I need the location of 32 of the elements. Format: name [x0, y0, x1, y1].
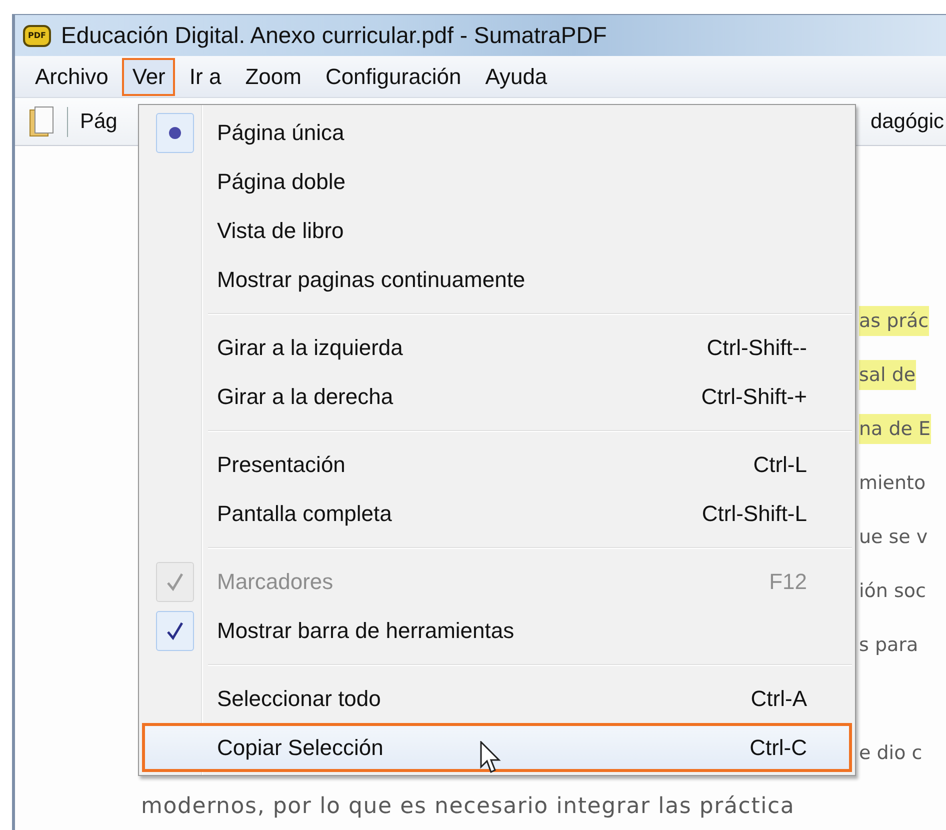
menu-item[interactable]: Archivo [25, 58, 118, 96]
menu-option[interactable]: Página doble [142, 157, 852, 206]
menu-item[interactable]: Ir a [179, 58, 232, 96]
document-text: miento [859, 470, 926, 496]
document-text: ue se v [859, 524, 928, 550]
menu-option[interactable]: Copiar Selección Ctrl-C [142, 723, 852, 772]
page-label: Pág [80, 110, 118, 134]
document-title-text: dagógic [870, 110, 944, 134]
highlighted-text: sal de [859, 360, 916, 390]
menu-item[interactable]: Ver [122, 58, 176, 96]
highlighted-text: na de E [859, 414, 931, 444]
app-icon: PDF [23, 24, 51, 47]
document-icon[interactable] [29, 106, 55, 138]
menu-option[interactable]: Girar a la derecha Ctrl-Shift-+ [142, 372, 852, 421]
menu-option[interactable]: Pantalla completa Ctrl-Shift-L [142, 489, 852, 538]
menu-option[interactable]: Presentación Ctrl-L [142, 440, 852, 489]
document-text: ión soc [859, 578, 926, 604]
menu-option[interactable]: Vista de libro [142, 206, 852, 255]
document-text: s para [859, 632, 918, 658]
menu-option[interactable]: Página única [142, 108, 852, 157]
menu-option[interactable]: Seleccionar todo Ctrl-A [142, 674, 852, 723]
menu-option[interactable]: Mostrar paginas continuamente [142, 255, 852, 304]
window-title: Educación Digital. Anexo curricular.pdf - SumatraPDF [61, 22, 607, 50]
highlighted-text: as prác [859, 306, 929, 336]
menu-item[interactable]: Zoom [235, 58, 312, 96]
document-text: modernos, por lo que es necesario integrar las práctica [141, 793, 795, 822]
document-text: e dio c [859, 740, 922, 766]
menu-item[interactable]: Configuración [315, 58, 472, 96]
menu-item[interactable]: Ayuda [475, 58, 558, 96]
menu-option[interactable]: Girar a la izquierda Ctrl-Shift-- [142, 323, 852, 372]
cursor-icon [480, 741, 502, 775]
menu-option[interactable]: Mostrar barra de herramientas [142, 606, 852, 655]
